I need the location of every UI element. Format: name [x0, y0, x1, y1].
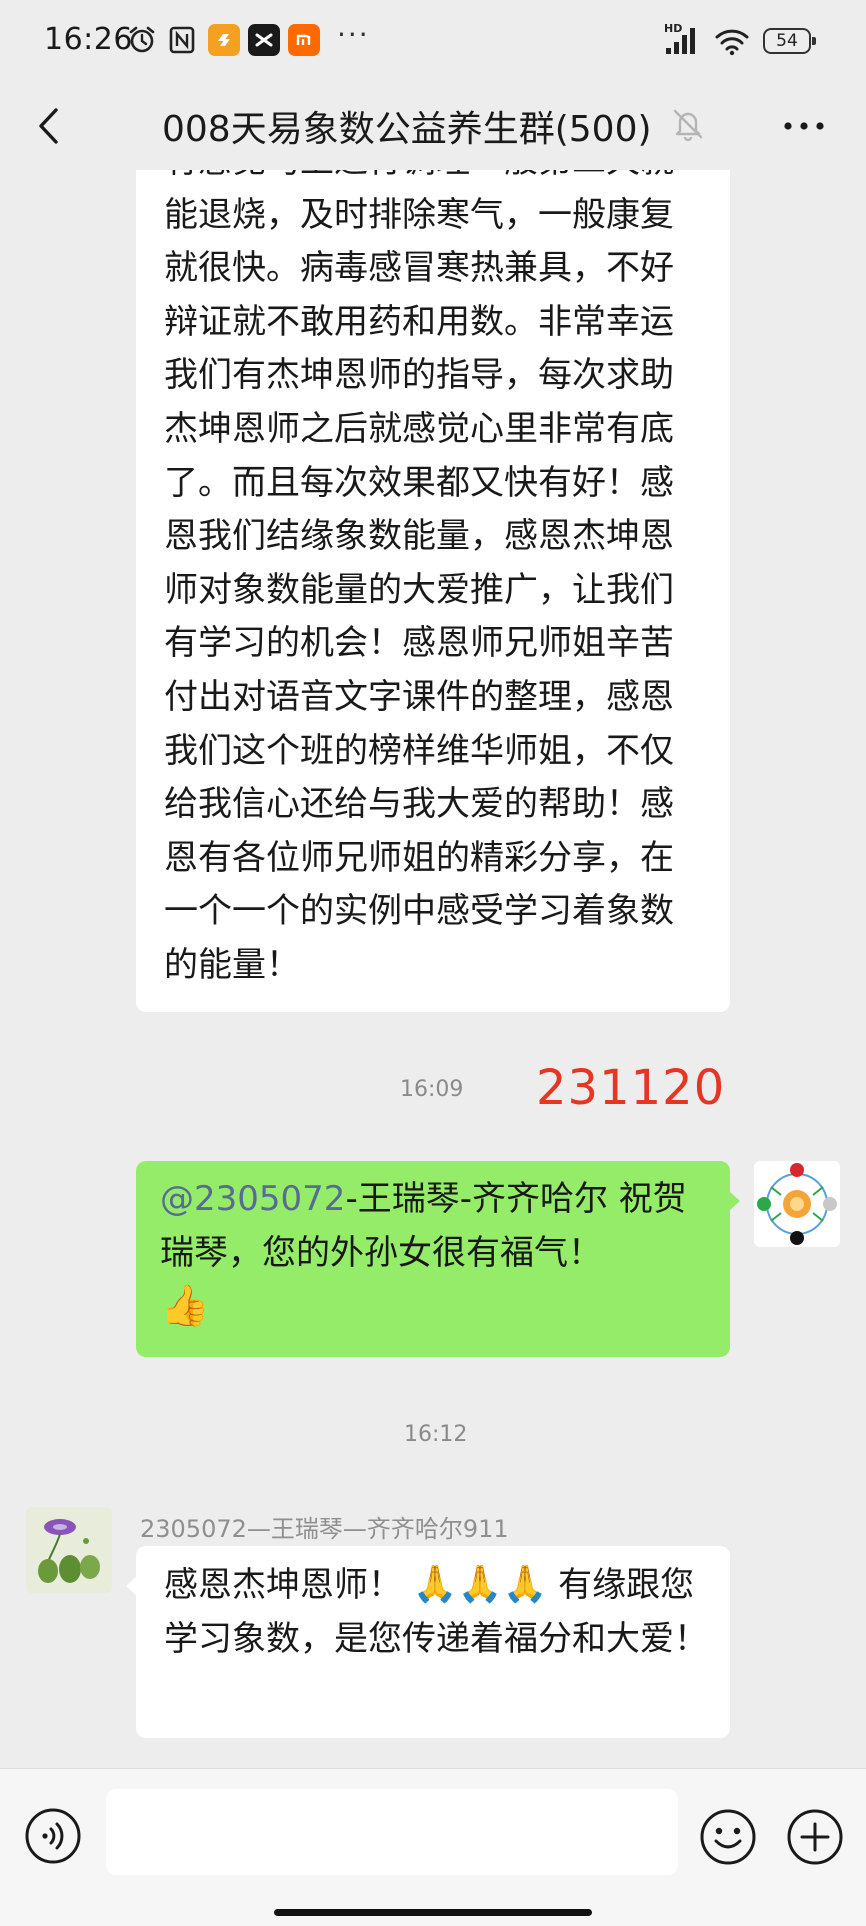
thumbs-up-emoji: 👍	[160, 1283, 210, 1330]
mi-app-icon	[288, 24, 320, 56]
sender-name: 2305072—王瑞琴—齐齐哈尔911	[140, 1515, 509, 1543]
more-options-icon[interactable]	[776, 98, 832, 154]
nfc-icon	[166, 24, 198, 56]
alarm-icon	[126, 24, 158, 56]
chat-header: 008天易象数公益养生群(500)	[0, 84, 866, 170]
capcut-icon	[248, 24, 280, 56]
received-message-bubble[interactable]: 有感觉马上进行调理一般第二天就能退烧，及时排除寒气，一般康复就很快。病毒感冒寒热…	[136, 170, 730, 1012]
more-functions-plus-button[interactable]	[785, 1807, 845, 1867]
mention-link[interactable]: @2305072	[160, 1179, 345, 1219]
app-notification-icon	[208, 24, 240, 56]
home-indicator[interactable]	[274, 1909, 592, 1916]
chat-area[interactable]: 有感觉马上进行调理一般第二天就能退烧，及时排除寒气，一般康复就很快。病毒感冒寒热…	[0, 170, 866, 1768]
message-text: @2305072-王瑞琴-齐齐哈尔 祝贺瑞琴，您的外孙女很有福气！ 👍	[160, 1173, 712, 1336]
pray-emoji: 🙏🙏🙏	[412, 1564, 548, 1605]
wifi-icon	[714, 26, 750, 60]
status-more-dots: ···	[337, 18, 370, 51]
sender-avatar[interactable]	[26, 1507, 112, 1593]
battery-indicator: 54	[763, 28, 816, 54]
message-text: 有感觉马上进行调理一般第二天就能退烧，及时排除寒气，一般康复就很快。病毒感冒寒热…	[164, 170, 674, 985]
message-text: 感恩杰坤恩师！ 🙏🙏🙏 有缘跟您学习象数，是您传递着福分和大爱！	[164, 1558, 710, 1666]
bubble-tail	[729, 1191, 740, 1211]
status-bar: 16:26 ··· HD 54	[0, 0, 866, 84]
status-time: 16:26	[44, 22, 133, 57]
message-input[interactable]	[106, 1789, 678, 1875]
back-arrow-icon[interactable]	[28, 98, 74, 154]
message-body: 感恩杰坤恩师！	[164, 1565, 402, 1605]
my-avatar[interactable]	[754, 1161, 840, 1247]
timestamp: 16:12	[404, 1422, 468, 1447]
chat-title: 008天易象数公益养生群(500)	[162, 109, 652, 150]
sent-message-bubble[interactable]: @2305072-王瑞琴-齐齐哈尔 祝贺瑞琴，您的外孙女很有福气！ 👍	[136, 1161, 740, 1357]
received-message-bubble[interactable]: 感恩杰坤恩师！ 🙏🙏🙏 有缘跟您学习象数，是您传递着福分和大爱！	[126, 1546, 730, 1738]
emoji-button[interactable]	[698, 1807, 758, 1867]
red-overlay-number: 231120	[536, 1060, 726, 1116]
voice-input-button[interactable]	[24, 1807, 82, 1865]
mute-bell-icon	[668, 104, 708, 144]
bubble-tail	[126, 1576, 137, 1596]
timestamp: 16:09	[400, 1077, 464, 1102]
input-bar	[0, 1768, 866, 1926]
